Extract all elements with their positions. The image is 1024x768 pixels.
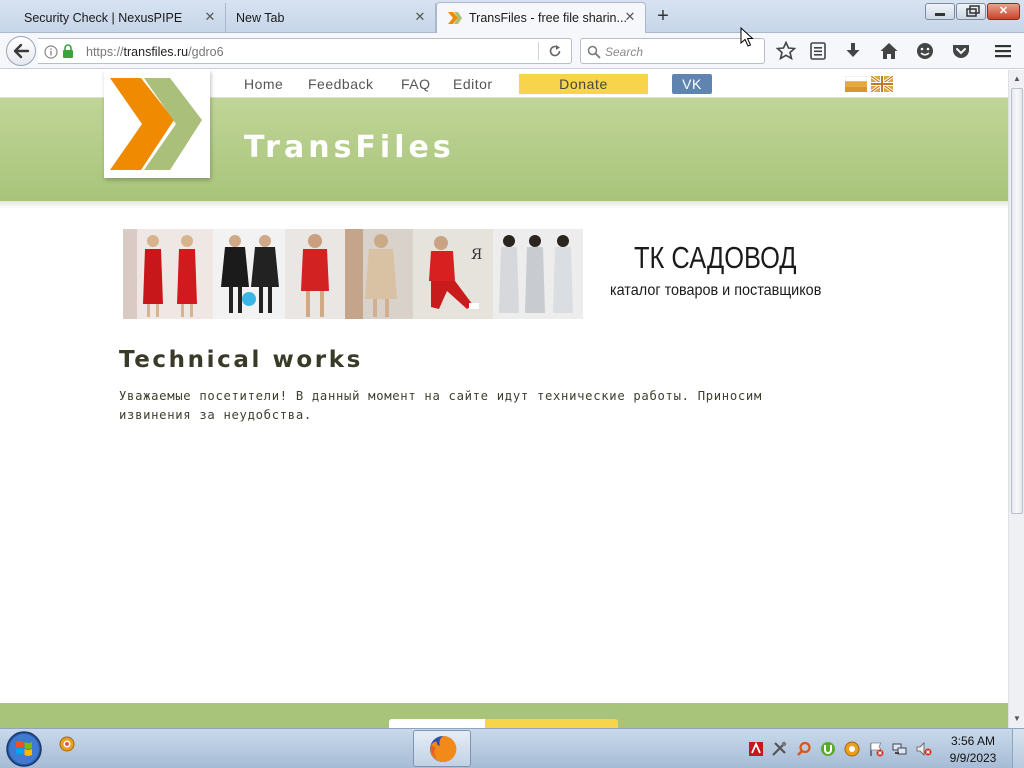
- header-shadow: [0, 201, 1008, 209]
- clock-date[interactable]: 9/9/2023: [944, 751, 1002, 765]
- maintenance-message: Уважаемые посетители! В данный момент на…: [119, 389, 762, 422]
- uk-flag-icon[interactable]: [871, 76, 893, 92]
- tray-tools-icon[interactable]: [771, 741, 787, 757]
- reading-list-icon[interactable]: [808, 41, 828, 61]
- ad-photo-red-tracksuit: Я: [413, 229, 493, 319]
- action-center-flag-icon[interactable]: [868, 741, 884, 757]
- taskbar-firefox-button[interactable]: [413, 730, 471, 767]
- pocket-icon[interactable]: [951, 41, 971, 61]
- ad-photo-red-romper: [285, 229, 345, 319]
- tab-title: New Tab: [236, 10, 285, 25]
- url-path: /gdro6: [188, 45, 224, 59]
- double-chevron-logo-icon: [110, 78, 202, 170]
- transfiles-favicon-icon: [448, 12, 462, 24]
- nav-editor-link[interactable]: Editor: [453, 76, 493, 92]
- navigation-toolbar: https://transfiles.ru/gdro6 Search: [0, 33, 1024, 69]
- url-text[interactable]: https://transfiles.ru/gdro6: [86, 45, 224, 59]
- url-host: transfiles.ru: [123, 45, 189, 59]
- quicklaunch-app-icon[interactable]: [59, 736, 75, 752]
- site-logo[interactable]: [104, 70, 210, 178]
- new-tab-button[interactable]: +: [652, 6, 674, 26]
- nav-faq-link[interactable]: FAQ: [401, 76, 431, 92]
- minimize-button[interactable]: [925, 3, 955, 20]
- site-title: TransFiles: [244, 130, 455, 165]
- network-icon[interactable]: [892, 741, 908, 757]
- back-arrow-icon: [13, 43, 30, 59]
- tab-transfiles[interactable]: TransFiles - free file sharin... ✕: [436, 2, 646, 33]
- close-icon[interactable]: ✕: [623, 10, 637, 24]
- tab-new-tab[interactable]: New Tab ✕: [226, 3, 436, 32]
- tab-title: Security Check | NexusPIPE: [24, 10, 183, 25]
- show-desktop-button[interactable]: [1012, 729, 1024, 768]
- footer-tab-white: [389, 719, 485, 728]
- donate-button[interactable]: Donate: [519, 74, 648, 94]
- ad-subtitle[interactable]: каталог товаров и поставщиков: [610, 282, 821, 300]
- tab-security-check[interactable]: Security Check | NexusPIPE ✕: [0, 3, 226, 32]
- vk-button[interactable]: VK: [672, 74, 712, 94]
- ad-photo-beige-coat: [345, 229, 413, 319]
- windows-logo-icon: [6, 731, 42, 767]
- reload-icon[interactable]: [548, 44, 562, 58]
- clock-time[interactable]: 3:56 AM: [944, 734, 1002, 748]
- lock-icon[interactable]: [62, 44, 74, 59]
- web-page: Home Feedback FAQ Editor Donate VK Trans…: [0, 70, 1008, 728]
- start-button[interactable]: [4, 730, 44, 768]
- footer-tab-yellow: [485, 719, 618, 728]
- url-divider: [538, 42, 539, 60]
- url-bar[interactable]: https://transfiles.ru/gdro6: [38, 38, 572, 64]
- close-icon: ✕: [998, 5, 1009, 17]
- volume-muted-icon[interactable]: [916, 741, 932, 757]
- scroll-down-arrow-icon[interactable]: ▼: [1009, 711, 1024, 727]
- ad-title[interactable]: ТК САДОВОД: [634, 240, 797, 276]
- info-icon[interactable]: [44, 45, 58, 59]
- windows-taskbar: 3:56 AM 9/9/2023: [0, 728, 1024, 768]
- bookmark-star-icon[interactable]: [776, 41, 796, 61]
- russian-flag-icon[interactable]: [845, 76, 867, 92]
- search-bar[interactable]: Search: [580, 38, 765, 64]
- minimize-icon: [935, 13, 945, 16]
- tray-search-icon[interactable]: [796, 741, 812, 757]
- menu-icon[interactable]: [993, 41, 1013, 61]
- url-scheme: https://: [86, 45, 124, 59]
- home-icon[interactable]: [879, 41, 899, 61]
- ad-photo-grey-tracksuits: [493, 229, 583, 319]
- window-close-button[interactable]: ✕: [987, 3, 1020, 20]
- restore-icon: [966, 5, 980, 17]
- tray-orange-app-icon[interactable]: [844, 741, 860, 757]
- nav-home-link[interactable]: Home: [244, 76, 283, 92]
- mouse-cursor-icon: [740, 27, 754, 47]
- restore-button[interactable]: [956, 3, 986, 20]
- ad-photo-black-coat: [213, 229, 285, 319]
- utorrent-icon[interactable]: [820, 741, 836, 757]
- smiley-icon[interactable]: [915, 41, 935, 61]
- tray-red-app-icon[interactable]: [748, 741, 764, 757]
- ad-banner[interactable]: Я: [123, 229, 583, 319]
- svg-text:Я: Я: [471, 247, 482, 263]
- search-icon: [587, 45, 601, 59]
- close-icon[interactable]: ✕: [413, 10, 427, 24]
- scroll-thumb[interactable]: [1011, 88, 1023, 514]
- search-input[interactable]: Search: [605, 45, 643, 59]
- nav-feedback-link[interactable]: Feedback: [308, 76, 373, 92]
- ad-photo-red-dress: [123, 229, 213, 319]
- download-icon[interactable]: [843, 41, 863, 61]
- firefox-icon: [430, 735, 457, 762]
- page-scrollbar[interactable]: ▲ ▼: [1008, 70, 1024, 728]
- tab-title: TransFiles - free file sharin...: [469, 11, 627, 25]
- page-heading: Technical works: [119, 347, 363, 373]
- close-icon[interactable]: ✕: [203, 10, 217, 24]
- scroll-up-arrow-icon[interactable]: ▲: [1009, 71, 1024, 87]
- back-button[interactable]: [6, 36, 36, 66]
- tab-strip: Security Check | NexusPIPE ✕ New Tab ✕ T…: [0, 0, 1024, 33]
